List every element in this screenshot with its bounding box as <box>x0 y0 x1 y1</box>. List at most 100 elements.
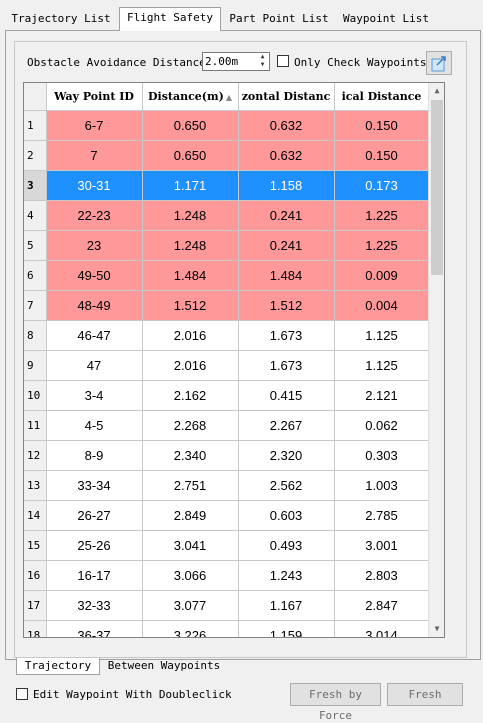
spinner-arrows-icon[interactable]: ▲ ▼ <box>256 53 269 70</box>
cell-vertical-distance[interactable]: 1.125 <box>334 350 430 381</box>
cell-waypoint-id[interactable]: 48-49 <box>46 290 143 321</box>
row-header[interactable]: 17 <box>24 590 47 621</box>
table-row[interactable]: 5 23 1.248 0.241 1.225 <box>24 230 430 261</box>
table-row[interactable]: 4 22-23 1.248 0.241 1.225 <box>24 200 430 231</box>
cell-horizontal-distance[interactable]: 0.493 <box>238 530 335 561</box>
cell-waypoint-id[interactable]: 36-37 <box>46 620 143 637</box>
row-header[interactable]: 18 <box>24 620 47 637</box>
cell-distance[interactable]: 2.162 <box>142 380 239 411</box>
row-header[interactable]: 9 <box>24 350 47 381</box>
tab-between-waypoints[interactable]: Between Waypoints <box>104 658 224 675</box>
cell-vertical-distance[interactable]: 0.173 <box>334 170 430 201</box>
row-header[interactable]: 1 <box>24 110 47 141</box>
tab-flight-safety[interactable]: Flight Safety <box>119 7 221 31</box>
cell-horizontal-distance[interactable]: 1.159 <box>238 620 335 637</box>
table-row[interactable]: 12 8-9 2.340 2.320 0.303 <box>24 440 430 471</box>
table-row[interactable]: 10 3-4 2.162 0.415 2.121 <box>24 380 430 411</box>
cell-distance[interactable]: 1.484 <box>142 260 239 291</box>
col-header-waypoint-id[interactable]: Way Point ID <box>46 83 143 111</box>
table-row[interactable]: 18 36-37 3.226 1.159 3.014 <box>24 620 430 637</box>
table-row[interactable]: 13 33-34 2.751 2.562 1.003 <box>24 470 430 501</box>
cell-horizontal-distance[interactable]: 0.632 <box>238 110 335 141</box>
tab-waypoint-list[interactable]: Waypoint List <box>337 9 435 30</box>
cell-distance[interactable]: 2.016 <box>142 320 239 351</box>
cell-vertical-distance[interactable]: 0.150 <box>334 110 430 141</box>
cell-horizontal-distance[interactable]: 2.320 <box>238 440 335 471</box>
cell-distance[interactable]: 2.751 <box>142 470 239 501</box>
cell-horizontal-distance[interactable]: 0.241 <box>238 230 335 261</box>
cell-vertical-distance[interactable]: 2.785 <box>334 500 430 531</box>
row-header[interactable]: 7 <box>24 290 47 321</box>
scroll-down-icon[interactable]: ▼ <box>429 621 444 637</box>
cell-waypoint-id[interactable]: 3-4 <box>46 380 143 411</box>
cell-horizontal-distance[interactable]: 1.158 <box>238 170 335 201</box>
row-header[interactable]: 8 <box>24 320 47 351</box>
row-header[interactable]: 10 <box>24 380 47 411</box>
cell-waypoint-id[interactable]: 32-33 <box>46 590 143 621</box>
row-header[interactable]: 6 <box>24 260 47 291</box>
cell-horizontal-distance[interactable]: 0.603 <box>238 500 335 531</box>
cell-waypoint-id[interactable]: 16-17 <box>46 560 143 591</box>
cell-waypoint-id[interactable]: 7 <box>46 140 143 171</box>
cell-vertical-distance[interactable]: 0.150 <box>334 140 430 171</box>
tab-trajectory[interactable]: Trajectory <box>16 658 100 675</box>
cell-horizontal-distance[interactable]: 1.673 <box>238 350 335 381</box>
cell-vertical-distance[interactable]: 0.062 <box>334 410 430 441</box>
cell-waypoint-id[interactable]: 8-9 <box>46 440 143 471</box>
table-row[interactable]: 1 6-7 0.650 0.632 0.150 <box>24 110 430 141</box>
cell-vertical-distance[interactable]: 3.014 <box>334 620 430 637</box>
cell-distance[interactable]: 2.268 <box>142 410 239 441</box>
table-row[interactable]: 7 48-49 1.512 1.512 0.004 <box>24 290 430 321</box>
cell-vertical-distance[interactable]: 3.001 <box>334 530 430 561</box>
row-header[interactable]: 12 <box>24 440 47 471</box>
row-header[interactable]: 13 <box>24 470 47 501</box>
cell-waypoint-id[interactable]: 30-31 <box>46 170 143 201</box>
row-header[interactable]: 3 <box>24 170 47 201</box>
col-header-horizontal-distance[interactable]: zontal Distanc <box>238 83 335 111</box>
tab-trajectory-list[interactable]: Trajectory List <box>6 9 116 30</box>
row-header[interactable]: 16 <box>24 560 47 591</box>
cell-horizontal-distance[interactable]: 1.512 <box>238 290 335 321</box>
cell-waypoint-id[interactable]: 26-27 <box>46 500 143 531</box>
cell-distance[interactable]: 1.512 <box>142 290 239 321</box>
cell-vertical-distance[interactable]: 1.225 <box>334 230 430 261</box>
cell-vertical-distance[interactable]: 0.303 <box>334 440 430 471</box>
only-check-waypoints-checkbox[interactable] <box>277 55 289 67</box>
cell-waypoint-id[interactable]: 23 <box>46 230 143 261</box>
cell-distance[interactable]: 0.650 <box>142 140 239 171</box>
row-header[interactable]: 5 <box>24 230 47 261</box>
corner-header[interactable] <box>24 83 47 111</box>
cell-distance[interactable]: 2.340 <box>142 440 239 471</box>
cell-waypoint-id[interactable]: 33-34 <box>46 470 143 501</box>
cell-horizontal-distance[interactable]: 1.484 <box>238 260 335 291</box>
cell-vertical-distance[interactable]: 2.803 <box>334 560 430 591</box>
cell-vertical-distance[interactable]: 2.121 <box>334 380 430 411</box>
table-row[interactable]: 17 32-33 3.077 1.167 2.847 <box>24 590 430 621</box>
scroll-up-icon[interactable]: ▲ <box>429 83 444 99</box>
cell-vertical-distance[interactable]: 1.225 <box>334 200 430 231</box>
fresh-button[interactable]: Fresh <box>387 683 463 706</box>
cell-horizontal-distance[interactable]: 1.243 <box>238 560 335 591</box>
cell-horizontal-distance[interactable]: 2.562 <box>238 470 335 501</box>
cell-distance[interactable]: 3.226 <box>142 620 239 637</box>
table-row[interactable]: 16 16-17 3.066 1.243 2.803 <box>24 560 430 591</box>
table-row[interactable]: 14 26-27 2.849 0.603 2.785 <box>24 500 430 531</box>
cell-vertical-distance[interactable]: 2.847 <box>334 590 430 621</box>
vertical-scrollbar[interactable]: ▲ ▼ <box>428 83 444 637</box>
safety-grid[interactable]: Way Point ID Distance(m) ▲ zontal Distanc… <box>23 82 445 638</box>
col-header-distance[interactable]: Distance(m) ▲ <box>142 83 239 111</box>
table-row[interactable]: 15 25-26 3.041 0.493 3.001 <box>24 530 430 561</box>
table-row[interactable]: 3 30-31 1.171 1.158 0.173 <box>24 170 430 201</box>
cell-waypoint-id[interactable]: 4-5 <box>46 410 143 441</box>
cell-waypoint-id[interactable]: 47 <box>46 350 143 381</box>
cell-horizontal-distance[interactable]: 0.415 <box>238 380 335 411</box>
scroll-thumb[interactable] <box>431 100 443 275</box>
cell-horizontal-distance[interactable]: 2.267 <box>238 410 335 441</box>
obstacle-distance-input[interactable]: 2.00m ▲ ▼ <box>202 52 270 71</box>
cell-vertical-distance[interactable]: 0.009 <box>334 260 430 291</box>
row-header[interactable]: 2 <box>24 140 47 171</box>
cell-distance[interactable]: 3.041 <box>142 530 239 561</box>
cell-distance[interactable]: 0.650 <box>142 110 239 141</box>
cell-distance[interactable]: 1.248 <box>142 230 239 261</box>
cell-waypoint-id[interactable]: 46-47 <box>46 320 143 351</box>
